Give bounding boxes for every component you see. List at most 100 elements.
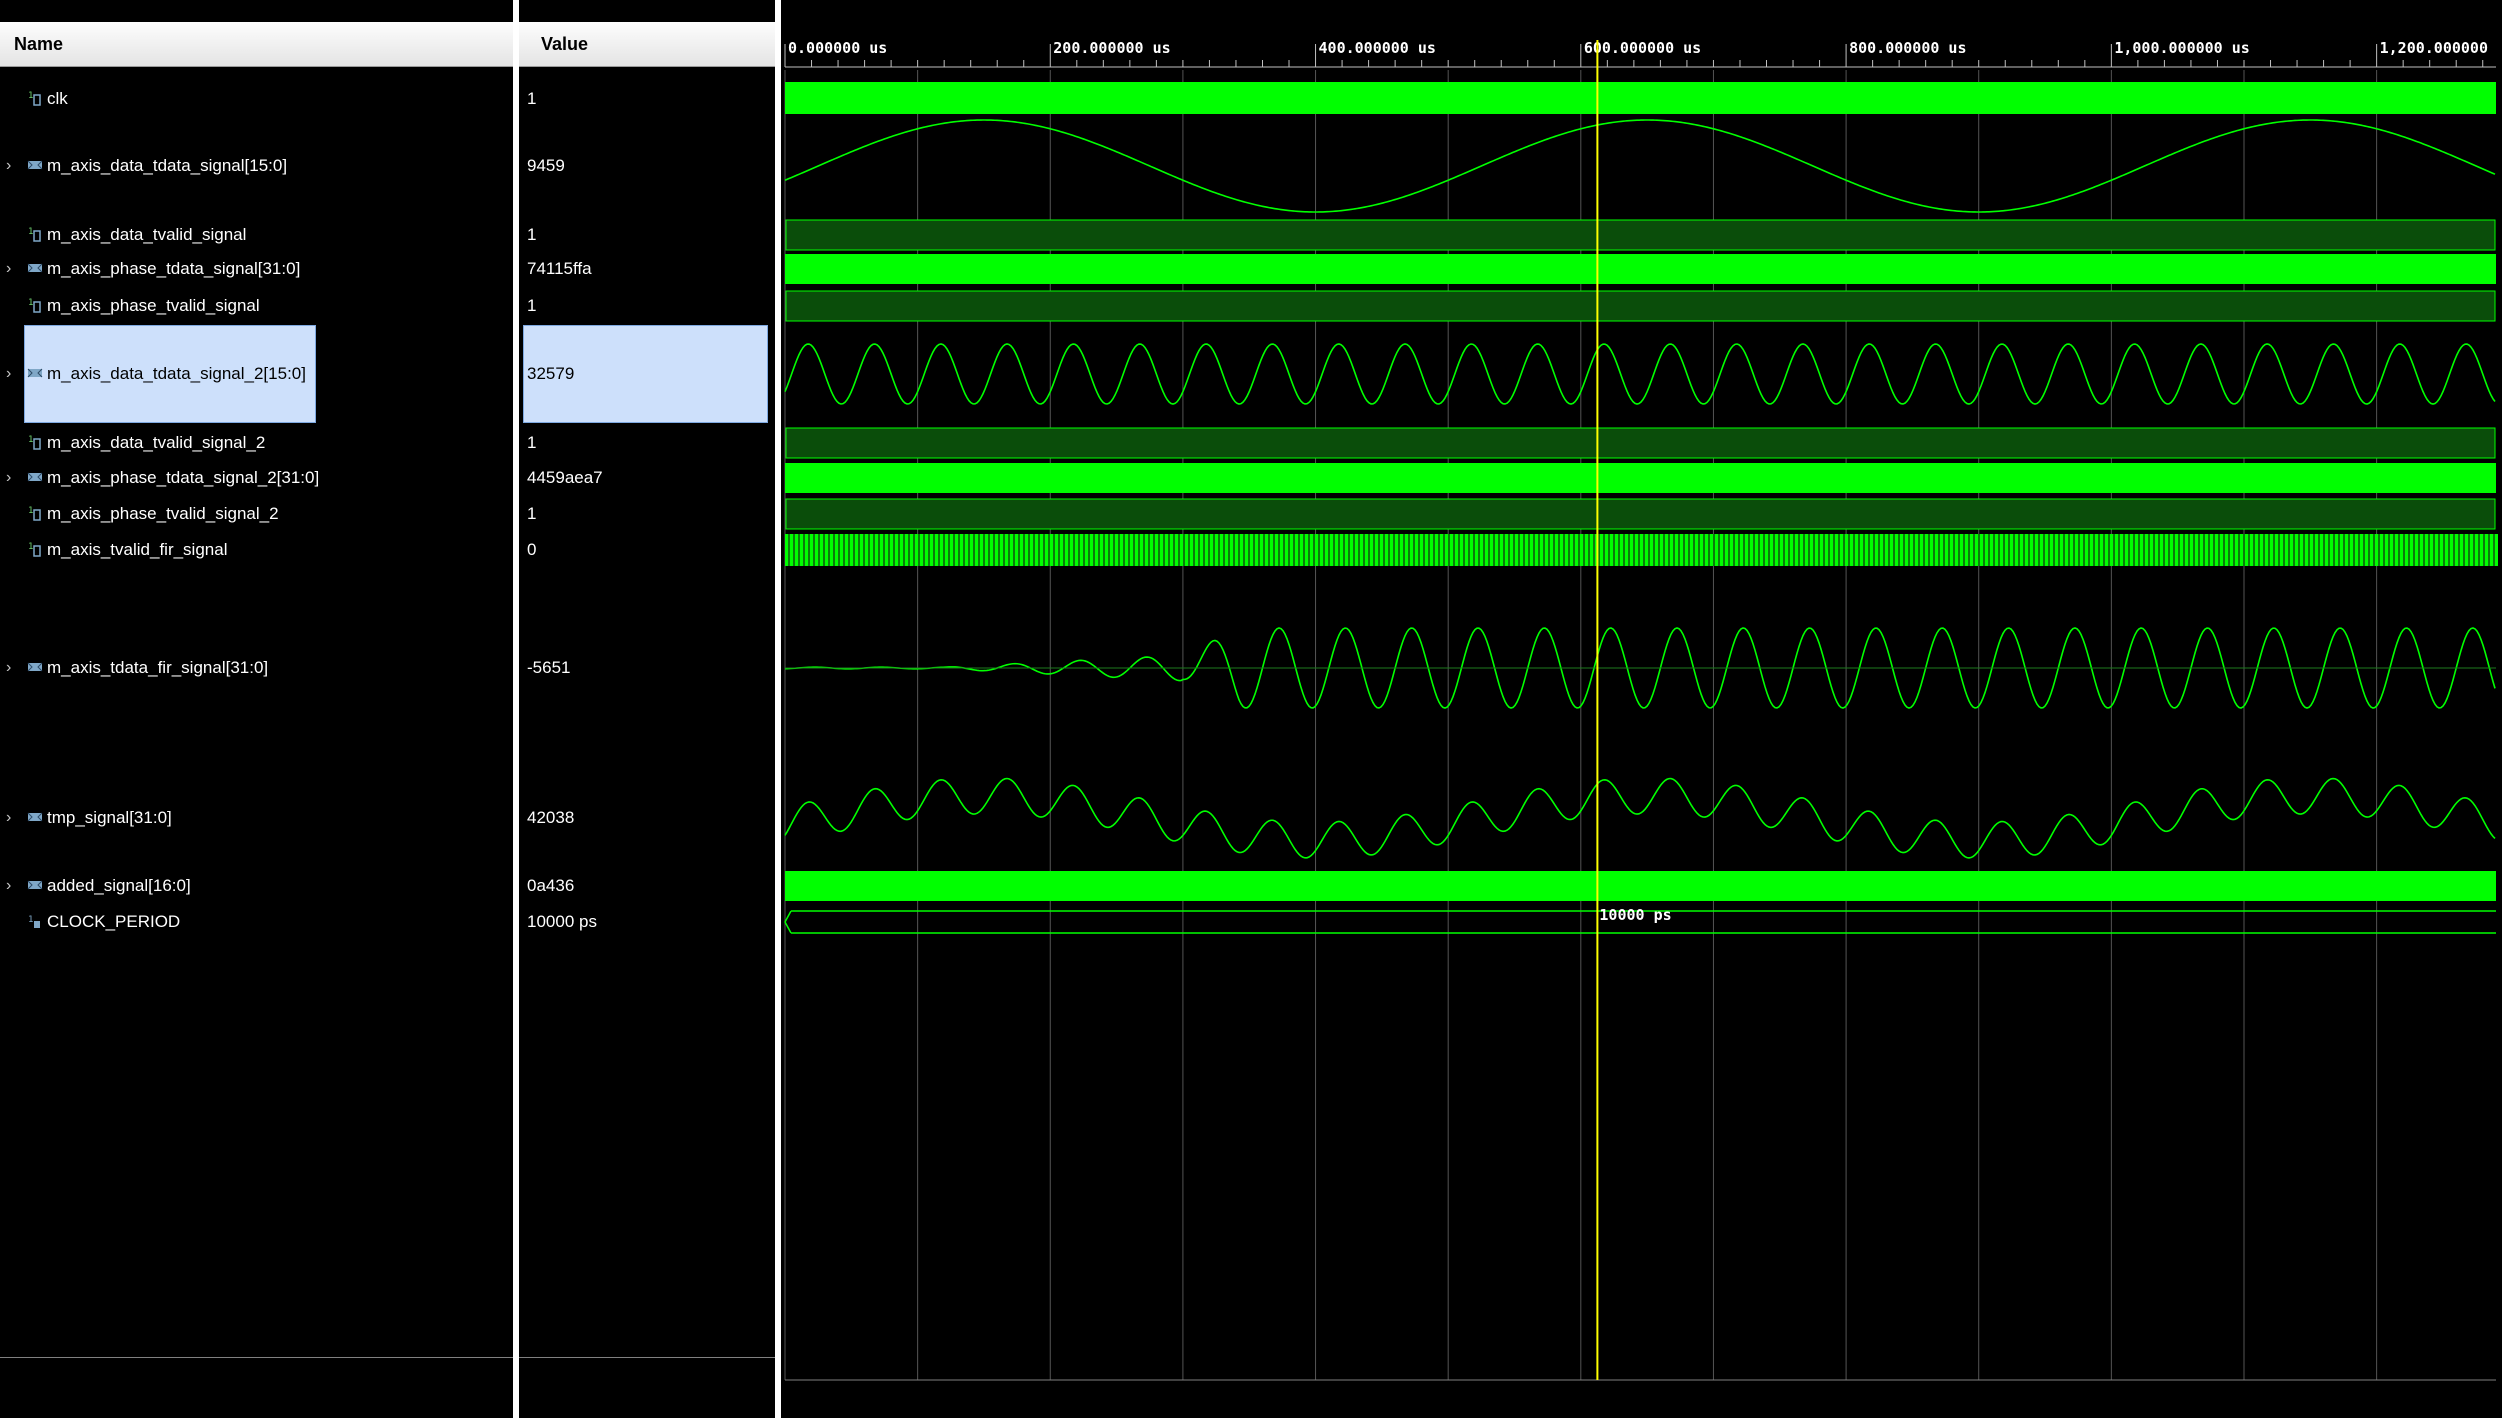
fir-tvalid-pulse (1565, 534, 1568, 566)
signal-value: 1 (527, 296, 537, 315)
signal-value-row[interactable]: -5651 (527, 657, 775, 679)
signal-value: 32579 (527, 364, 575, 383)
fir-tvalid-pulse (1265, 534, 1268, 566)
bit-signal-icon: 1 (28, 542, 41, 557)
fir-tvalid-pulse (1525, 534, 1528, 566)
fir-tvalid-pulse (1030, 534, 1033, 566)
fir-tvalid-pulse (1020, 534, 1023, 566)
fir-tvalid-pulse (1080, 534, 1083, 566)
fir-tvalid-pulse (1695, 534, 1698, 566)
fir-tvalid-pulse (1470, 534, 1473, 566)
signal-name: tmp_signal[31:0] (47, 808, 172, 827)
signal-value-row[interactable]: 10000 ps (527, 911, 775, 933)
expand-chevron-icon[interactable]: › (6, 363, 18, 385)
fir-tvalid-pulse (850, 534, 853, 566)
fir-tvalid-pulse (1120, 534, 1123, 566)
fir-tvalid-pulse (1320, 534, 1323, 566)
signal-value-row[interactable]: 1 (527, 224, 775, 246)
fir-tvalid-pulse (960, 534, 963, 566)
fir-tvalid-pulse (1305, 534, 1308, 566)
expand-chevron-icon[interactable]: › (6, 155, 18, 177)
fir-tvalid-pulse (2035, 534, 2038, 566)
fir-tvalid-pulse (2225, 534, 2228, 566)
signal-value-row[interactable]: 1 (527, 295, 775, 317)
expand-chevron-icon[interactable]: › (6, 467, 18, 489)
bus-signal-icon (27, 263, 43, 273)
fir-tvalid-pulse (1175, 534, 1178, 566)
values-panel[interactable]: Value 1 9459 1 74115ffa 1 32579 1 4459aea7 1 0 -56… (519, 0, 775, 1418)
fir-tvalid-pulse (1050, 534, 1053, 566)
fir-tvalid-pulse (1155, 534, 1158, 566)
signal-value-row[interactable]: 0 (527, 539, 775, 561)
name-column-header[interactable]: Name (0, 22, 513, 67)
fir-tvalid-pulse (1245, 534, 1248, 566)
fir-tvalid-pulse (2375, 534, 2378, 566)
data-tdata-waveform[interactable] (784, 119, 2496, 213)
fir-tvalid-pulse (1870, 534, 1873, 566)
signal-value-row[interactable]: 4459aea7 (527, 467, 775, 489)
signal-value-row[interactable]: 32579 (523, 325, 775, 423)
phase-tvalid-2-waveform[interactable] (785, 498, 2496, 530)
signal-value-row[interactable]: 9459 (527, 155, 775, 177)
signal-value-row[interactable]: 1 (527, 432, 775, 454)
signal-value-row[interactable]: 0a436 (527, 875, 775, 897)
bit-signal-icon: 1 (28, 227, 41, 242)
fir-tvalid-pulse (1420, 534, 1423, 566)
fir-tvalid-pulse (1940, 534, 1943, 566)
data-tvalid-2-waveform[interactable] (785, 427, 2496, 459)
fir-tvalid-pulse (1330, 534, 1333, 566)
signal-value-row[interactable]: 42038 (527, 807, 775, 829)
fir-tvalid-pulse (1815, 534, 1818, 566)
fir-tvalid-pulse (2165, 534, 2168, 566)
expand-chevron-icon[interactable]: › (6, 807, 18, 829)
fir-tvalid-pulse (930, 534, 933, 566)
fir-tvalid-pulse (1970, 534, 1973, 566)
fir-tvalid-pulse (1805, 534, 1808, 566)
clk-waveform[interactable] (785, 82, 2496, 114)
fir-tvalid-pulse (2380, 534, 2383, 566)
fir-tvalid-pulse (1355, 534, 1358, 566)
fir-tvalid-pulse (1785, 534, 1788, 566)
fir-tvalid-pulse (1135, 534, 1138, 566)
waveform-canvas[interactable]: 0.000000 us 200.000000 us 400.000000 us 600… (781, 0, 2502, 1418)
fir-tvalid-pulse (1465, 534, 1468, 566)
signal-value: 0 (527, 540, 537, 559)
ruler-tick-label: 200.000000 us (1053, 39, 1170, 57)
fir-tvalid-pulse (1140, 534, 1143, 566)
fir-tvalid-pulse (2310, 534, 2313, 566)
fir-tvalid-pulse (890, 534, 893, 566)
fir-tvalid-pulse (840, 534, 843, 566)
signal-name: m_axis_tdata_fir_signal[31:0] (47, 658, 269, 677)
data-tvalid-waveform[interactable] (785, 219, 2496, 251)
value-column-header[interactable]: Value (519, 22, 775, 67)
signal-value-row[interactable]: 74115ffa (527, 258, 775, 280)
phase-tdata-2-waveform[interactable] (785, 463, 2496, 493)
signal-value-row[interactable]: 1 (527, 503, 775, 525)
fir-tvalid-pulse (1915, 534, 1918, 566)
fir-tvalid-pulse (2105, 534, 2108, 566)
phase-tvalid-waveform[interactable] (785, 290, 2496, 322)
data-tdata-2-waveform[interactable] (784, 343, 2496, 405)
fir-tvalid-pulse (1285, 534, 1288, 566)
expand-chevron-icon[interactable]: › (6, 875, 18, 897)
ruler-tick-label: 400.000000 us (1319, 39, 1436, 57)
fir-tvalid-pulse (2080, 534, 2083, 566)
fir-tvalid-pulse (2155, 534, 2158, 566)
fir-tvalid-pulse (2085, 534, 2088, 566)
waveform-panel[interactable]: 0.000000 us 200.000000 us 400.000000 us 600… (781, 0, 2502, 1418)
fir-tvalid-pulse (2210, 534, 2213, 566)
phase-tdata-waveform[interactable] (785, 254, 2496, 284)
tmp-signal-waveform[interactable] (784, 777, 2496, 859)
signal-value-row[interactable]: 1 (527, 88, 775, 110)
names-panel[interactable]: Name 1 clk › m_axis_data_tdata_signal[15:0]… (0, 0, 513, 1418)
fir-tvalid-pulse (1430, 534, 1433, 566)
clock-period-label: 10000 ps (1599, 906, 1671, 924)
fir-tvalid-pulse (1530, 534, 1533, 566)
fir-tvalid-pulse (1405, 534, 1408, 566)
expand-chevron-icon[interactable]: › (6, 657, 18, 679)
fir-tvalid-pulse (1270, 534, 1273, 566)
expand-chevron-icon[interactable]: › (6, 258, 18, 280)
added-signal-waveform[interactable] (785, 871, 2496, 901)
fir-tvalid-pulse (2025, 534, 2028, 566)
signal-value: 4459aea7 (527, 468, 603, 487)
